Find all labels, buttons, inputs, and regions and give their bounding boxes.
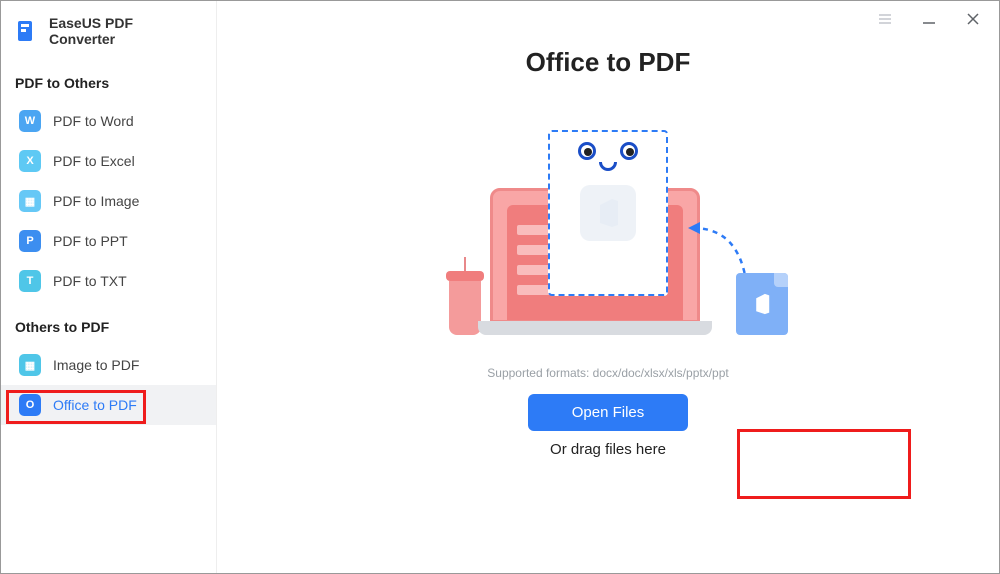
sidebar: EaseUS PDF Converter PDF to Others W PDF… — [1, 1, 217, 573]
main-panel: Office to PDF — [217, 1, 999, 573]
illustration-zone: Supported formats: docx/doc/xlsx/xls/ppt… — [217, 138, 999, 458]
nav-label: Office to PDF — [53, 397, 137, 413]
app-logo-row: EaseUS PDF Converter — [1, 7, 216, 65]
nav-pdf-to-word[interactable]: W PDF to Word — [1, 101, 216, 141]
nav-office-to-pdf[interactable]: O Office to PDF — [1, 385, 216, 425]
excel-icon: X — [19, 150, 41, 172]
supported-formats-text: Supported formats: docx/doc/xlsx/xls/ppt… — [487, 366, 728, 380]
laptop-illustration — [438, 138, 778, 348]
laptop-base-icon — [478, 321, 712, 335]
nav-pdf-to-ppt[interactable]: P PDF to PPT — [1, 221, 216, 261]
office-logo-ghost-icon — [580, 185, 636, 241]
menu-icon[interactable] — [877, 11, 893, 27]
nav-label: PDF to Image — [53, 193, 139, 209]
nav-image-to-pdf[interactable]: ▦ Image to PDF — [1, 345, 216, 385]
sidebar-section-header-1: PDF to Others — [1, 65, 216, 101]
office-icon: O — [19, 394, 41, 416]
nav-label: PDF to Excel — [53, 153, 135, 169]
window-controls — [877, 11, 981, 27]
nav-pdf-to-excel[interactable]: X PDF to Excel — [1, 141, 216, 181]
office-document-icon — [736, 273, 788, 335]
drag-files-text: Or drag files here — [550, 441, 666, 458]
app-window: EaseUS PDF Converter PDF to Others W PDF… — [1, 1, 999, 573]
image-icon: ▦ — [19, 354, 41, 376]
close-icon[interactable] — [965, 11, 981, 27]
sidebar-section-header-2: Others to PDF — [1, 309, 216, 345]
open-files-button[interactable]: Open Files — [528, 394, 689, 431]
nav-pdf-to-txt[interactable]: T PDF to TXT — [1, 261, 216, 301]
word-icon: W — [19, 110, 41, 132]
app-title: EaseUS PDF Converter — [49, 15, 202, 47]
ppt-icon: P — [19, 230, 41, 252]
nav-label: PDF to TXT — [53, 273, 127, 289]
minimize-icon[interactable] — [921, 11, 937, 27]
image-icon: ▦ — [19, 190, 41, 212]
page-title: Office to PDF — [217, 47, 999, 78]
nav-pdf-to-image[interactable]: ▦ PDF to Image — [1, 181, 216, 221]
nav-label: PDF to PPT — [53, 233, 128, 249]
nav-label: PDF to Word — [53, 113, 134, 129]
document-placeholder-icon — [548, 130, 668, 296]
app-logo-icon — [15, 19, 39, 43]
txt-icon: T — [19, 270, 41, 292]
nav-label: Image to PDF — [53, 357, 139, 373]
